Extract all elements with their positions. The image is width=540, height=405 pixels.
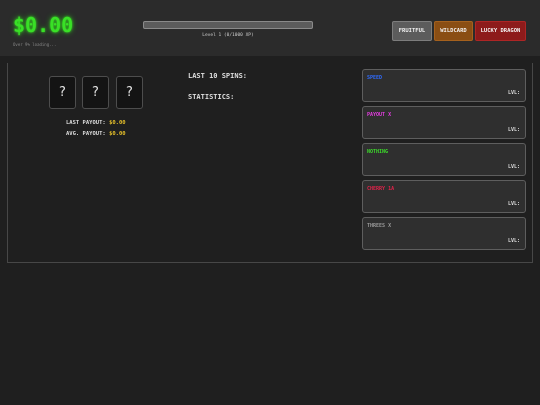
upgrade-card-payout-x[interactable]: PAYOUT X LVL: <box>362 106 526 139</box>
last-payout-row: LAST PAYOUT: $0.00 <box>66 120 126 126</box>
avg-payout-value: $0.00 <box>109 131 126 137</box>
upgrade-level: LVL: <box>507 127 520 133</box>
slot-reel-3[interactable]: ? <box>116 76 143 109</box>
mode-button-lucky-dragon[interactable]: LUCKY DRAGON <box>475 21 526 41</box>
upgrade-name: CHERRY 1A <box>367 186 395 192</box>
upgrade-name: THREES X <box>367 223 392 229</box>
upgrade-level: LVL: <box>507 164 520 170</box>
avg-payout-row: AVG. PAYOUT: $0.00 <box>66 131 126 137</box>
top-bar: $0.00 Over 9% loading... Level 1 (0/1000… <box>0 0 540 56</box>
upgrade-card-threes-x[interactable]: THREES X LVL: <box>362 217 526 250</box>
slot-reel-1[interactable]: ? <box>49 76 76 109</box>
last-payout-value: $0.00 <box>109 120 126 126</box>
upgrade-name: SPEED <box>367 75 383 81</box>
balance-subtext: Over 9% loading... <box>13 42 57 47</box>
upgrade-card-cherry[interactable]: CHERRY 1A LVL: <box>362 180 526 213</box>
upgrade-name: NOTHING <box>367 149 389 155</box>
upgrade-level: LVL: <box>507 238 520 244</box>
statistics-heading: STATISTICS: <box>188 93 235 101</box>
upgrade-name: PAYOUT X <box>367 112 392 118</box>
last-spins-heading: LAST 10 SPINS: <box>188 72 248 80</box>
mode-button-fruitful[interactable]: FRUITFUL <box>392 21 432 41</box>
xp-progress-bar <box>143 21 313 29</box>
mode-button-wildcard[interactable]: WILDCARD <box>434 21 473 41</box>
last-payout-label: LAST PAYOUT: <box>66 120 106 126</box>
upgrade-card-nothing[interactable]: NOTHING LVL: <box>362 143 526 176</box>
upgrade-card-speed[interactable]: SPEED LVL: <box>362 69 526 102</box>
slot-reel-2[interactable]: ? <box>82 76 109 109</box>
upgrade-level: LVL: <box>507 90 520 96</box>
balance-display: $0.00 <box>13 13 74 37</box>
upgrade-level: LVL: <box>507 201 520 207</box>
xp-level-label: Level 1 (0/1000 XP) <box>202 33 254 38</box>
avg-payout-label: AVG. PAYOUT: <box>66 131 106 137</box>
